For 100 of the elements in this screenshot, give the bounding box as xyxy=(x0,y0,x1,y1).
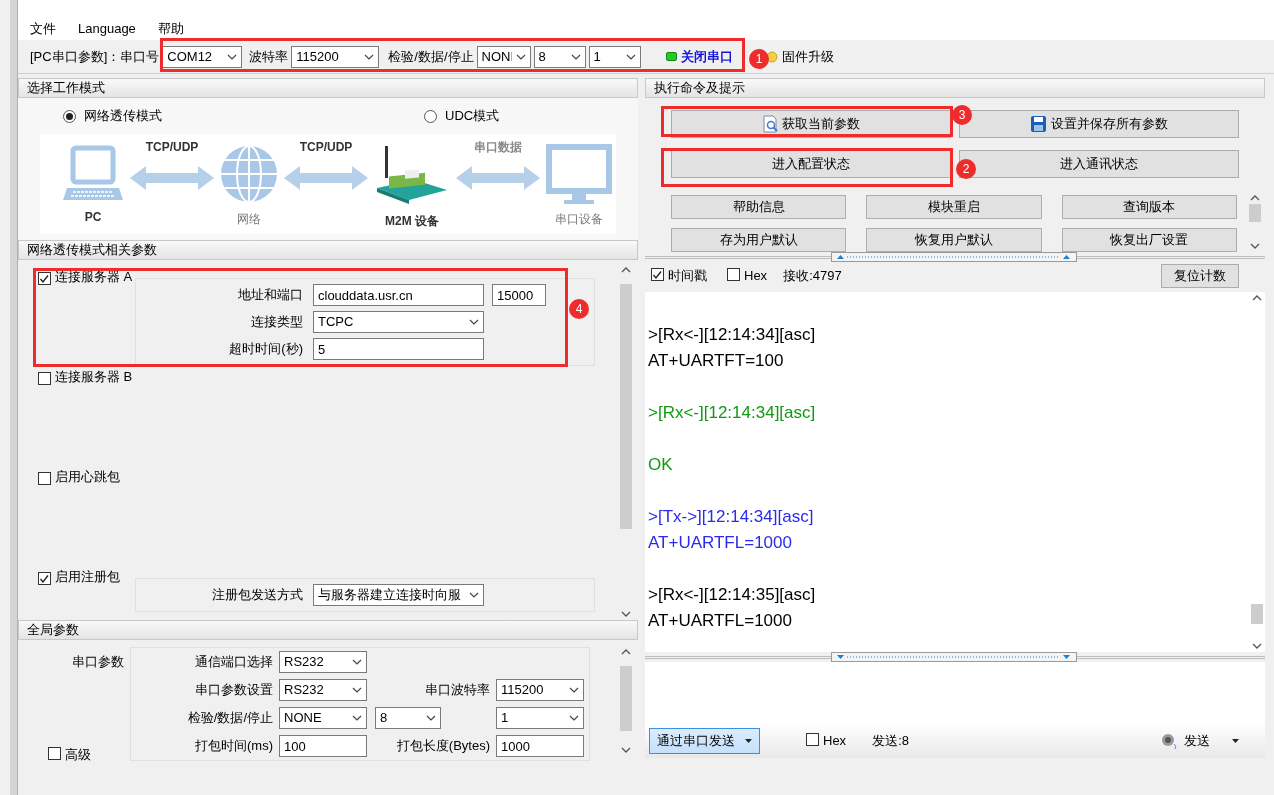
radio-button[interactable] xyxy=(424,109,437,123)
text-field[interactable]: 1000 xyxy=(496,735,584,757)
diagram-label: 串口设备 xyxy=(555,211,603,228)
command-button[interactable]: 查询版本 xyxy=(1061,195,1237,219)
checkbox-label: 时间戳 xyxy=(668,267,707,286)
command-button[interactable]: 帮助信息 xyxy=(671,195,847,219)
monitor-icon xyxy=(546,144,612,204)
menu-item[interactable]: Language xyxy=(74,19,140,39)
splitter-handle[interactable] xyxy=(831,652,1077,662)
log-line: >[Rx<-][12:14:34][asc] xyxy=(648,402,817,424)
command-button[interactable]: 模块重启 xyxy=(866,195,1042,219)
checkbox[interactable] xyxy=(651,268,664,282)
command-button[interactable]: 存为用户默认 xyxy=(671,227,847,252)
annotation-number: 1 xyxy=(749,49,769,69)
checkbox-label: 启用注册包 xyxy=(55,570,120,584)
chevron-icon xyxy=(352,715,362,721)
chevron-icon xyxy=(352,659,362,665)
dropdown[interactable]: 8 xyxy=(375,707,441,729)
close-port-button[interactable]: 关闭串口 xyxy=(661,44,737,69)
scroll-down-icon xyxy=(621,746,631,754)
checkbox[interactable] xyxy=(38,572,51,585)
panel-header: 执行命令及提示 xyxy=(645,78,1265,98)
checkbox[interactable] xyxy=(38,472,51,485)
checkbox[interactable] xyxy=(727,268,740,282)
field-label: 打包时间(ms) xyxy=(194,737,273,756)
dropdown[interactable]: COM12 xyxy=(162,45,243,68)
dropdown[interactable]: 与服务器建立连接时向服 xyxy=(313,584,484,606)
field-label: 超时时间(秒) xyxy=(228,340,304,359)
document-search-icon xyxy=(762,115,778,133)
group-label: 串口参数 xyxy=(71,653,125,671)
scroll-up-icon xyxy=(621,266,631,274)
field-label: 通信端口选择 xyxy=(194,653,273,672)
radio-button[interactable] xyxy=(63,109,76,123)
splitter-handle[interactable] xyxy=(831,252,1077,262)
diagram-label: TCP/UDP xyxy=(145,139,199,156)
chevron-icon xyxy=(364,53,375,60)
send-button[interactable]: 发送 xyxy=(1157,729,1243,753)
scrollbar-thumb[interactable] xyxy=(620,284,632,529)
send-count: 发送:8 xyxy=(872,732,909,751)
checkbox[interactable] xyxy=(806,733,819,747)
checkbox[interactable] xyxy=(48,746,61,760)
scroll-up-icon xyxy=(1252,294,1262,302)
caret-icon xyxy=(1232,739,1239,743)
command-button[interactable]: 恢复用户默认 xyxy=(866,227,1042,252)
diagram-label: M2M 设备 xyxy=(385,213,439,230)
checkbox-label: 连接服务器 A xyxy=(55,270,133,284)
checkbox-label: 启用心跳包 xyxy=(55,470,120,484)
diagram-label: 串口数据 xyxy=(474,139,522,156)
dropdown[interactable]: 1 xyxy=(588,45,641,68)
scroll-up-icon xyxy=(621,648,631,656)
log-line: OK xyxy=(648,454,674,476)
log-line: >[Rx<-][12:14:35][asc] xyxy=(648,584,817,606)
scrollbar-thumb[interactable] xyxy=(620,666,632,731)
scrollbar-thumb[interactable] xyxy=(1249,204,1261,222)
dropdown[interactable]: RS232 xyxy=(279,679,367,701)
chevron-icon xyxy=(569,715,579,721)
menu-item[interactable]: 文件 xyxy=(26,19,60,39)
command-button[interactable]: 恢复出厂设置 xyxy=(1061,227,1237,252)
panel-header: 网络透传模式相关参数 xyxy=(18,240,638,260)
scroll-down-icon xyxy=(1252,642,1262,650)
dropdown[interactable]: 1 xyxy=(496,707,584,729)
field-label: 地址和端口 xyxy=(237,286,304,305)
checkbox[interactable] xyxy=(38,372,51,385)
double-arrow-icon xyxy=(456,166,540,190)
scrollbar[interactable] xyxy=(1249,292,1265,652)
chevron-icon xyxy=(426,715,436,721)
scrollbar-thumb[interactable] xyxy=(1251,604,1263,624)
caret-icon xyxy=(745,739,752,743)
diagram-label: PC xyxy=(84,209,102,226)
text-field[interactable]: 5 xyxy=(313,338,484,360)
chevron-icon xyxy=(352,687,362,693)
chevron-icon xyxy=(515,53,526,60)
globe-icon xyxy=(219,144,279,204)
dropdown[interactable]: 8 xyxy=(533,45,586,68)
dropdown[interactable]: 115200 xyxy=(496,679,584,701)
checkbox-label: 高级 xyxy=(65,745,91,764)
log-line: >[Tx->][12:14:34][asc] xyxy=(648,506,815,528)
toolbar-label: 检验/数据/停止 xyxy=(388,47,474,66)
log-line: AT+UARTFL=1000 xyxy=(648,610,793,632)
dropdown[interactable]: NONE xyxy=(279,707,367,729)
send-input-field[interactable] xyxy=(645,662,1265,724)
text-field[interactable]: 15000 xyxy=(492,284,546,306)
log-line: AT+UARTFT=100 xyxy=(648,350,785,372)
send-mode-dropdown[interactable]: 通过串口发送 xyxy=(649,728,760,754)
dropdown[interactable]: 115200 xyxy=(291,45,380,68)
command-button[interactable]: 进入配置状态 xyxy=(671,150,951,178)
dropdown[interactable]: RS232 xyxy=(279,651,367,673)
dropdown[interactable]: TCPC xyxy=(313,311,484,333)
checkbox[interactable] xyxy=(38,272,51,285)
chevron-icon xyxy=(625,53,636,60)
field-label: 串口波特率 xyxy=(424,681,490,700)
text-field[interactable]: clouddata.usr.cn xyxy=(313,284,484,306)
field-label: 打包长度(Bytes) xyxy=(395,737,490,756)
log-line: AT+UARTFL=1000 xyxy=(648,532,793,554)
menu-item[interactable]: 帮助 xyxy=(153,19,188,39)
speaker-icon xyxy=(1161,732,1178,750)
radio-label: UDC模式 xyxy=(445,107,500,126)
reset-count-button[interactable]: 复位计数 xyxy=(1161,264,1239,288)
text-field[interactable]: 100 xyxy=(279,735,367,757)
diagram-label: TCP/UDP xyxy=(299,139,353,156)
